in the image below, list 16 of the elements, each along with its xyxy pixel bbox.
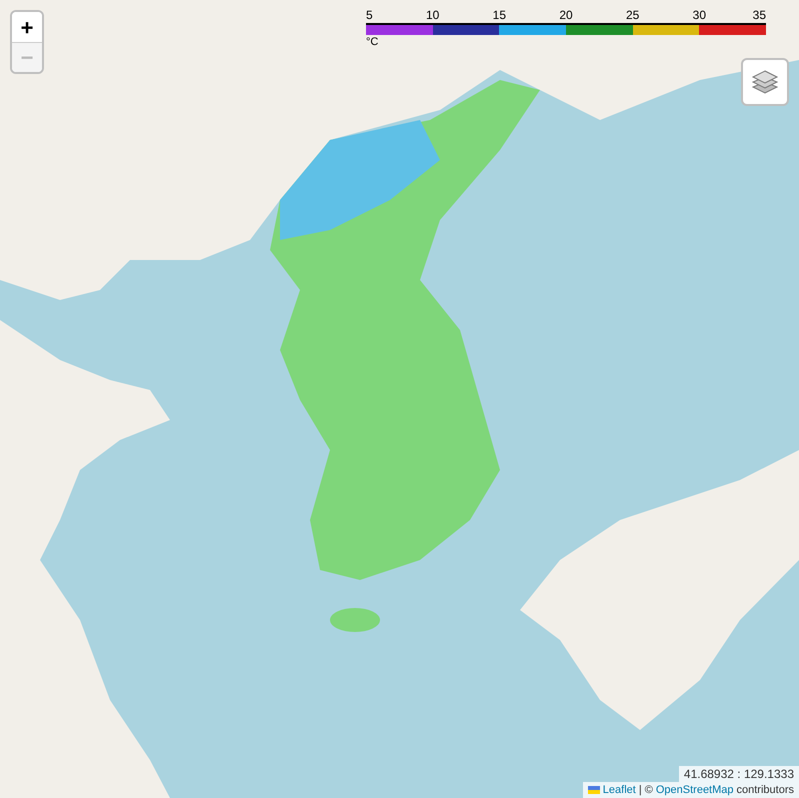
attribution-separator: | ©	[638, 783, 653, 798]
legend-tick-label: 20	[559, 8, 573, 22]
unit-label: °C	[366, 36, 378, 48]
coordinates-readout: 41.68932 : 129.1333	[678, 766, 799, 782]
legend-tick-label: 15	[492, 8, 506, 22]
legend-tick-label: 10	[426, 8, 440, 22]
attribution-text: contributors	[736, 783, 794, 798]
layers-icon	[751, 68, 779, 96]
legend-tick-label: 25	[626, 8, 640, 22]
legend-tick-label: 30	[692, 8, 706, 22]
legend-tick-label: 5	[366, 8, 373, 22]
layers-button[interactable]	[741, 58, 789, 106]
openstreetmap-link[interactable]: OpenStreetMap	[656, 782, 734, 798]
legend-tick-label: 35	[752, 8, 766, 22]
flag-icon	[588, 786, 600, 794]
leaflet-link[interactable]: Leaflet	[588, 782, 636, 798]
